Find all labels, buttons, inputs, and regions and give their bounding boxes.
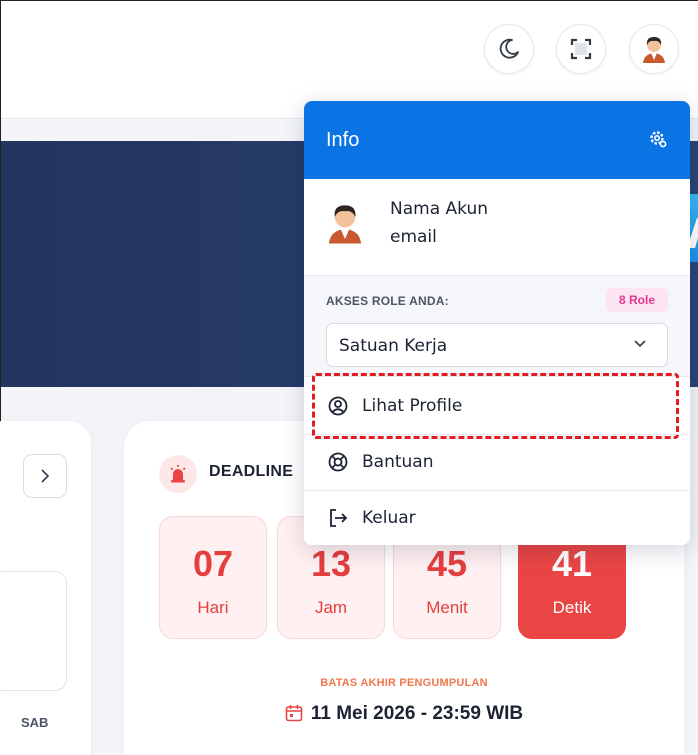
- menu-item-label: Keluar: [362, 508, 416, 528]
- menu-item-keluar[interactable]: Keluar: [304, 490, 690, 545]
- role-select-value: Satuan Kerja: [339, 336, 448, 356]
- avatar-icon: [643, 37, 665, 63]
- role-select[interactable]: Satuan Kerja: [326, 323, 668, 367]
- countdown-value: 07: [192, 543, 234, 584]
- calendar-icon: [285, 704, 303, 728]
- user-avatar-button[interactable]: [629, 24, 679, 74]
- role-count-badge: 8 Role: [606, 288, 668, 312]
- user-dropdown-menu: Info Nama Akun email AKSES ROLE ANDA: 8 …: [304, 101, 690, 545]
- chevron-right-icon: [41, 469, 50, 483]
- role-section: AKSES ROLE ANDA: 8 Role Satuan Kerja: [304, 275, 690, 377]
- calendar-cell: [0, 571, 67, 691]
- deadline-date-text: 11 Mei 2026 - 23:59 WIB: [310, 703, 524, 724]
- user-circle-icon: [328, 396, 348, 420]
- weekday-label: SAB: [21, 715, 49, 730]
- countdown-unit: Detik: [552, 598, 592, 617]
- countdown-unit: Jam: [314, 598, 348, 617]
- fullscreen-button[interactable]: [556, 24, 606, 74]
- lifebuoy-icon: [328, 452, 348, 476]
- countdown-value: 13: [310, 543, 352, 584]
- dropdown-header: Info: [304, 101, 690, 179]
- alarm-icon: [159, 455, 197, 493]
- calendar-next-button[interactable]: [23, 454, 67, 498]
- chevron-down-icon: [634, 340, 646, 348]
- role-label: AKSES ROLE ANDA:: [326, 294, 449, 308]
- countdown-unit: Hari: [197, 598, 229, 617]
- moon-icon: [499, 38, 519, 59]
- countdown-days: 07 Hari: [159, 516, 267, 639]
- dropdown-title: Info: [326, 129, 360, 151]
- deadline-title: DEADLINE: [209, 463, 294, 480]
- settings-gear-icon[interactable]: [648, 129, 668, 153]
- account-info: Nama Akun email: [304, 179, 690, 275]
- deadline-caption: BATAS AKHIR PENGUMPULAN: [320, 677, 488, 689]
- menu-item-lihat-profile[interactable]: Lihat Profile: [304, 378, 690, 434]
- menu-item-label: Bantuan: [362, 452, 434, 472]
- countdown-unit: Menit: [426, 598, 468, 617]
- account-avatar-icon: [324, 201, 366, 249]
- menu-item-bantuan[interactable]: Bantuan: [304, 434, 690, 490]
- logout-icon: [328, 508, 348, 532]
- countdown-value: 41: [551, 543, 593, 584]
- menu-item-label: Lihat Profile: [362, 396, 463, 416]
- fullscreen-icon: [570, 38, 592, 60]
- theme-toggle-button[interactable]: [484, 24, 534, 74]
- account-name: Nama Akun: [390, 199, 489, 219]
- countdown-value: 45: [426, 543, 468, 584]
- deadline-date: 11 Mei 2026 - 23:59 WIB: [124, 703, 684, 728]
- account-email: email: [390, 227, 437, 247]
